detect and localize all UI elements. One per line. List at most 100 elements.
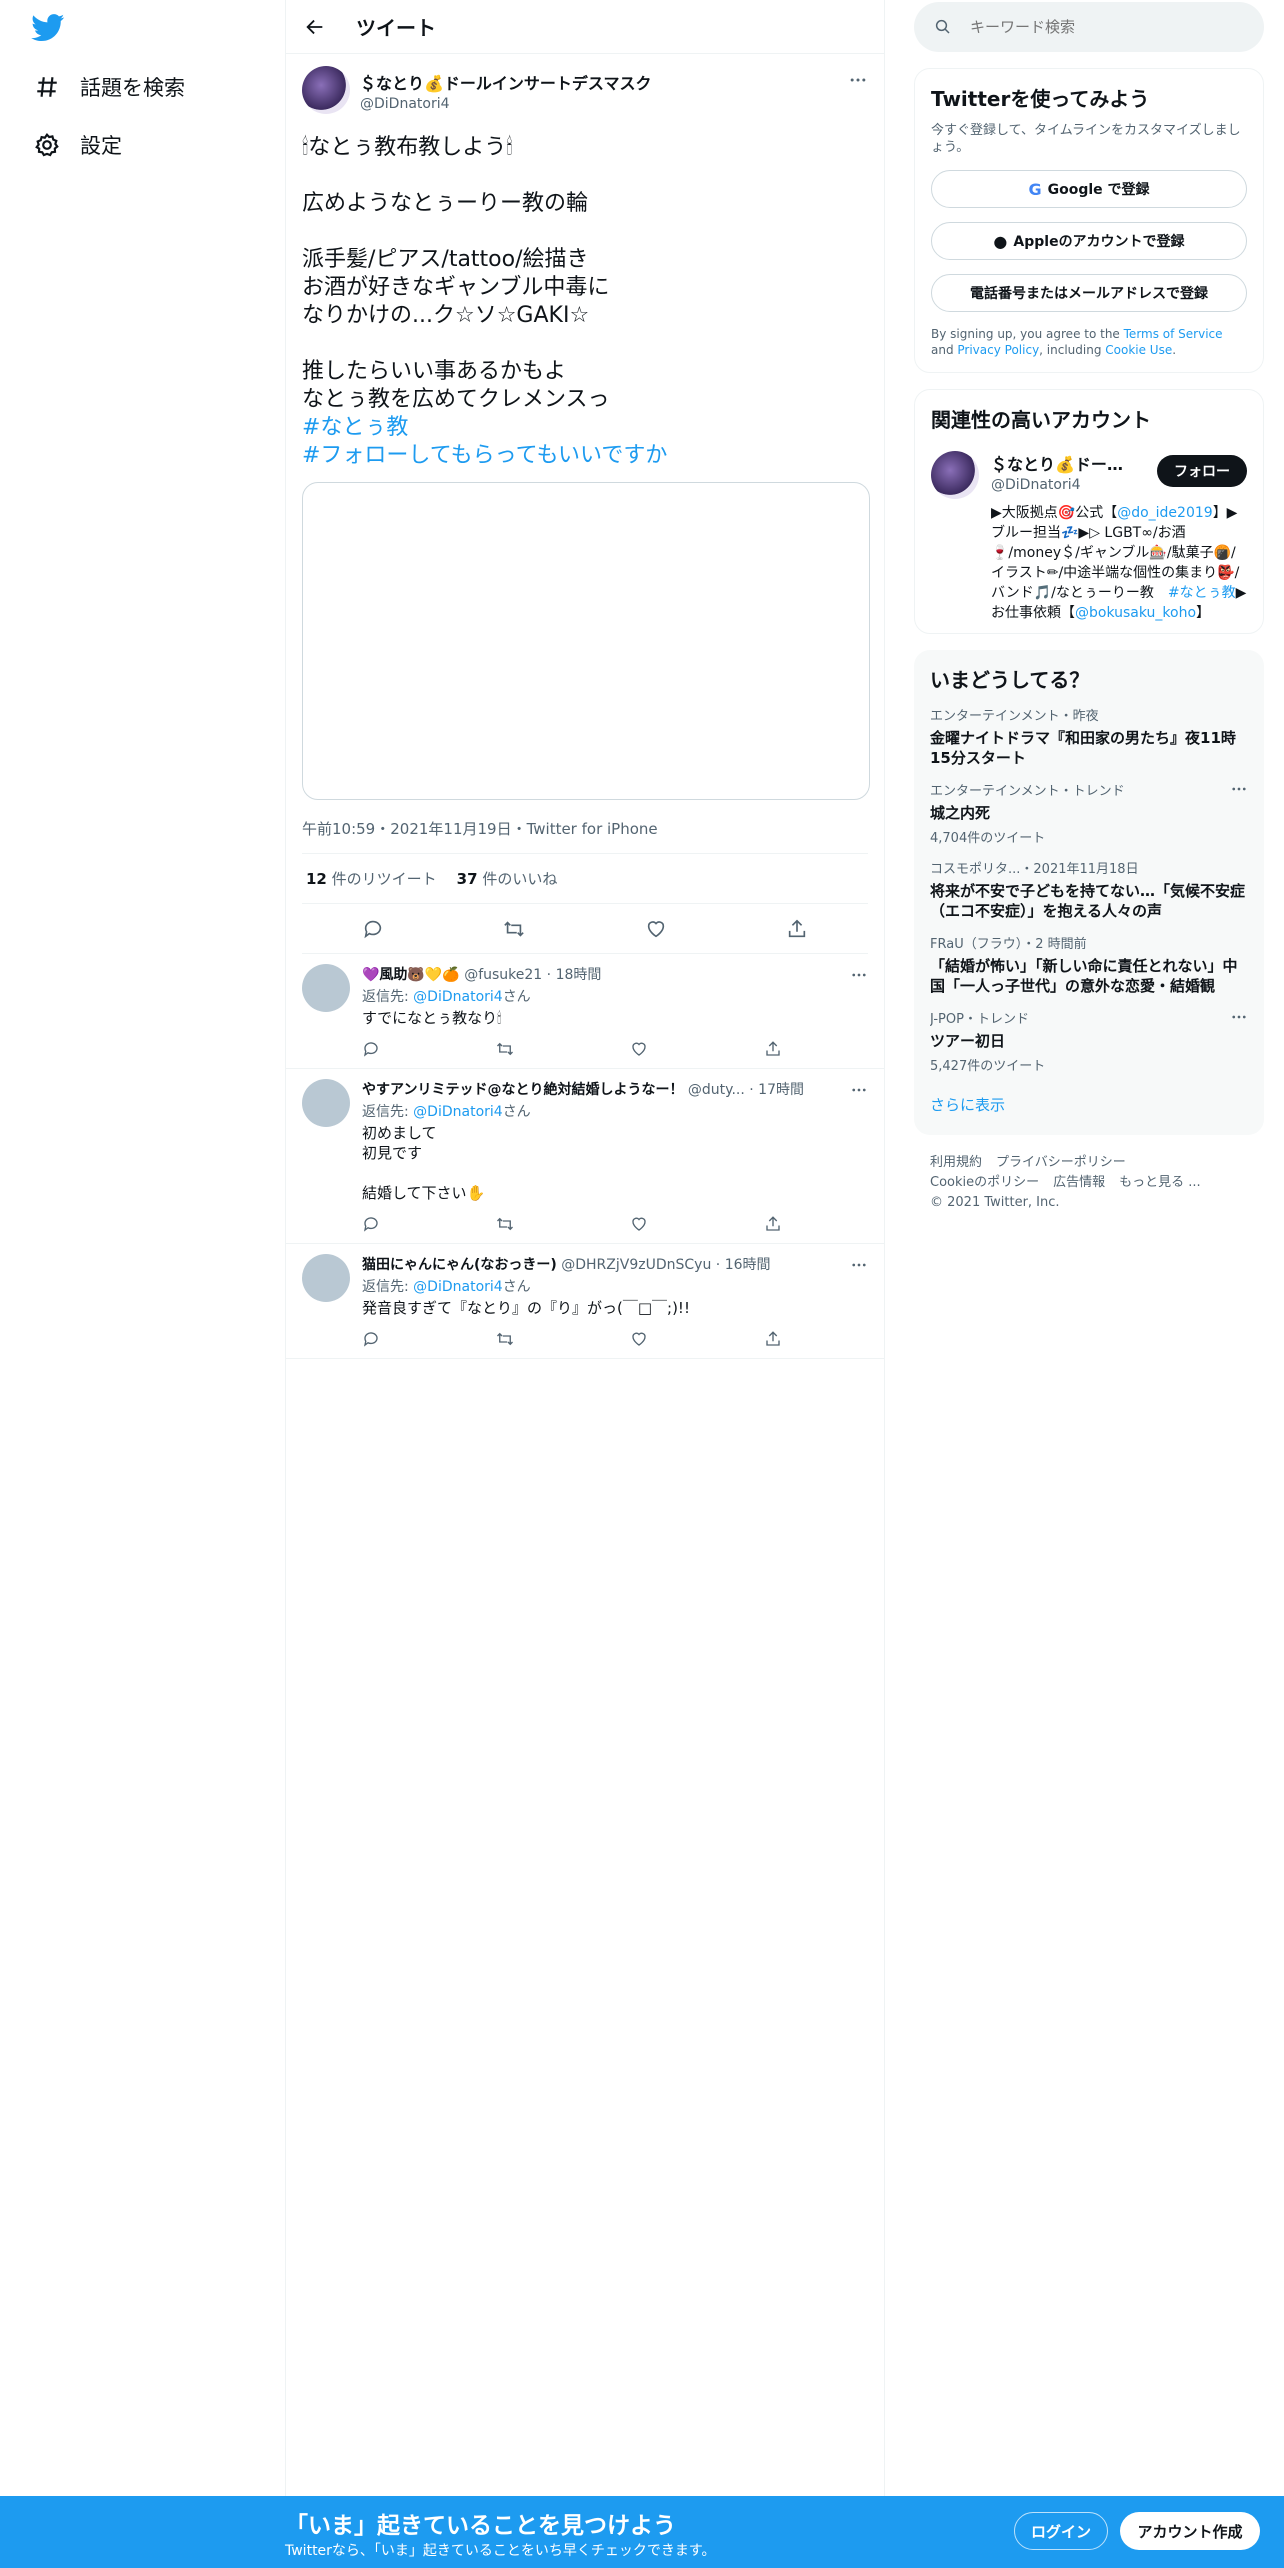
reply-to-link[interactable]: @DiDnatori4 xyxy=(413,1279,503,1295)
trend-meta: J-POP・トレンド xyxy=(930,1012,1029,1027)
trend-item[interactable]: エンターテインメント・昨夜 金曜ナイトドラマ『和田家の男たち』夜11時15分スタ… xyxy=(914,693,1264,768)
left-nav: 話題を検索 設定 xyxy=(0,0,285,2568)
like-icon[interactable] xyxy=(630,1040,648,1058)
hashtag-link[interactable]: #フォローしてもらってもいいですか xyxy=(302,442,868,470)
search-icon xyxy=(935,19,950,34)
trend-item[interactable]: コスモポリタ...・2021年11月18日 将来が不安で子どもを持てない…「気候… xyxy=(914,846,1264,921)
nav-settings[interactable]: 設定 xyxy=(34,130,122,160)
cookie-link[interactable]: Cookie Use xyxy=(1105,343,1172,357)
reply-time[interactable]: 18時間 xyxy=(556,967,602,983)
author-handle[interactable]: @DiDnatori4 xyxy=(360,96,651,112)
reply-time[interactable]: 17時間 xyxy=(758,1082,804,1098)
footer-link[interactable]: プライバシーポリシー xyxy=(996,1155,1126,1170)
like-icon[interactable] xyxy=(630,1330,648,1348)
copyright: © 2021 Twitter, Inc. xyxy=(930,1195,1060,1210)
related-name[interactable]: ＄なとり💰ドールインサートデスマスク xyxy=(991,451,1131,475)
reply-icon[interactable] xyxy=(362,1330,380,1348)
more-options-icon[interactable] xyxy=(850,1081,868,1099)
trends-title: いまどうしてる？ xyxy=(930,668,1090,692)
footer-links: 利用規約 プライバシーポリシー Cookieのポリシー 広告情報 もっと見る ... … xyxy=(914,1153,1264,1213)
more-options-icon[interactable] xyxy=(1230,1008,1248,1026)
share-icon[interactable] xyxy=(786,918,808,940)
page-title: ツイート xyxy=(356,16,436,40)
login-button[interactable]: ログイン xyxy=(1014,2512,1108,2550)
related-handle[interactable]: @DiDnatori4 xyxy=(991,477,1131,493)
trend-item[interactable]: エンターテインメント・トレンド 城之内死 4,704件のツイート xyxy=(914,768,1264,846)
bio-hashtag-link[interactable]: #なとぅ教 xyxy=(1168,585,1236,601)
share-icon[interactable] xyxy=(764,1040,782,1058)
trend-item[interactable]: J-POP・トレンド ツアー初日 5,427件のツイート xyxy=(914,996,1264,1074)
related-bio: ▶大阪拠点🎯公式【@do_ide2019】▶ブルー担当💤▶▷ LGBT∞/お酒🍷… xyxy=(991,503,1247,623)
reply-tweet[interactable]: やすアンリミテッド@なとり絶対結婚しようなー！ @duty... · 17時間 … xyxy=(286,1069,884,1244)
more-options-icon[interactable] xyxy=(848,70,868,90)
reply-author-name[interactable]: やすアンリミテッド@なとり絶対結婚しようなー！ xyxy=(362,1082,683,1098)
back-arrow-icon[interactable] xyxy=(304,16,326,38)
retweet-icon[interactable] xyxy=(496,1330,514,1348)
more-options-icon[interactable] xyxy=(1230,780,1248,798)
retweet-icon[interactable] xyxy=(503,918,525,940)
retweet-icon[interactable] xyxy=(496,1215,514,1233)
related-account[interactable]: ＄なとり💰ドールインサートデスマスク @DiDnatori4 フォロー xyxy=(931,451,1247,499)
twitter-bird-icon[interactable] xyxy=(30,14,66,42)
avatar[interactable] xyxy=(302,1254,350,1302)
author-name[interactable]: ＄なとり💰ドールインサートデスマスク xyxy=(360,70,651,94)
reply-author-handle[interactable]: @duty... xyxy=(688,1082,745,1098)
bio-link[interactable]: @bokusaku_koho xyxy=(1075,605,1196,621)
nav-explore[interactable]: 話題を検索 xyxy=(34,72,185,102)
terms-link[interactable]: Terms of Service xyxy=(1124,327,1223,341)
hashtag-link[interactable]: #なとぅ教 xyxy=(302,414,868,442)
reply-tweet[interactable]: 猫田にゃんにゃん(なおっきー) @DHRZjV9zUDnSCyu · 16時間 … xyxy=(286,1244,884,1359)
footer-link[interactable]: 広告情報 xyxy=(1053,1175,1105,1190)
trend-item[interactable]: FRaU（フラウ）・2 時間前 「結婚が怖い」「新しい命に責任とれない」中国「一… xyxy=(914,921,1264,996)
reply-icon[interactable] xyxy=(362,1040,380,1058)
reply-to-link[interactable]: @DiDnatori4 xyxy=(413,989,503,1005)
like-icon[interactable] xyxy=(645,918,667,940)
main-column: ツイート ＄なとり💰ドールインサートデスマスク @DiDnatori4 🕯なとぅ… xyxy=(285,0,885,2500)
phone-email-signup-button[interactable]: 電話番号またはメールアドレスで登録 xyxy=(931,274,1247,312)
reply-text: 初めまして 初見です 結婚して下さい✋ xyxy=(362,1124,486,1202)
reply-icon[interactable] xyxy=(362,1215,380,1233)
tweet-timestamp[interactable]: 午前10:59・2021年11月19日・Twitter for iPhone xyxy=(302,818,868,854)
avatar[interactable] xyxy=(931,451,979,499)
retweet-count[interactable]: 12 件のリツイート xyxy=(306,868,437,889)
reply-author-handle[interactable]: @fusuke21 xyxy=(464,967,542,983)
reply-to: 返信先: @DiDnatori4さん xyxy=(362,986,868,1006)
apple-signup-button[interactable]: ● Appleのアカウントで登録 xyxy=(931,222,1247,260)
footer-link[interactable]: Cookieのポリシー xyxy=(930,1175,1039,1190)
follow-button[interactable]: フォロー xyxy=(1157,455,1247,487)
signup-card: Twitterを使ってみよう 今すぐ登録して、タイムラインをカスタマイズしましょ… xyxy=(914,68,1264,373)
avatar[interactable] xyxy=(302,66,350,114)
reply-icon[interactable] xyxy=(362,918,384,940)
search-input[interactable] xyxy=(970,18,1230,36)
search-box[interactable] xyxy=(914,2,1264,52)
google-signup-button[interactable]: G Google で登録 xyxy=(931,170,1247,208)
reply-author-name[interactable]: 💜風助🐻💛🍊 xyxy=(362,967,460,983)
like-icon[interactable] xyxy=(630,1215,648,1233)
reply-to: 返信先: @DiDnatori4さん xyxy=(362,1276,868,1296)
avatar[interactable] xyxy=(302,964,350,1012)
footer-link[interactable]: 利用規約 xyxy=(930,1155,982,1170)
privacy-link[interactable]: Privacy Policy xyxy=(957,343,1039,357)
reply-author-handle[interactable]: @DHRZjV9zUDnSCyu xyxy=(561,1257,711,1273)
share-icon[interactable] xyxy=(764,1215,782,1233)
reply-author-name[interactable]: 猫田にゃんにゃん(なおっきー) xyxy=(362,1257,557,1273)
share-icon[interactable] xyxy=(764,1330,782,1348)
reply-to-link[interactable]: @DiDnatori4 xyxy=(413,1104,503,1120)
avatar[interactable] xyxy=(302,1079,350,1127)
reply-tweet[interactable]: 💜風助🐻💛🍊 @fusuke21 · 18時間 返信先: @DiDnatori4… xyxy=(286,954,884,1069)
reply-to: 返信先: @DiDnatori4さん xyxy=(362,1101,868,1121)
show-more-link[interactable]: さらに表示 xyxy=(914,1074,1264,1121)
bio-link[interactable]: @do_ide2019 xyxy=(1117,505,1212,521)
like-count[interactable]: 37 件のいいね xyxy=(457,868,558,889)
reply-time[interactable]: 16時間 xyxy=(725,1257,771,1273)
retweet-label: 件のリツイート xyxy=(331,870,437,888)
main-header: ツイート xyxy=(286,0,884,54)
google-signup-label: Google で登録 xyxy=(1047,182,1150,198)
more-options-icon[interactable] xyxy=(850,966,868,984)
more-options-icon[interactable] xyxy=(850,1256,868,1274)
tweet-stats: 12 件のリツイート 37 件のいいね xyxy=(302,854,868,904)
tweet-media[interactable] xyxy=(302,482,870,800)
create-account-button[interactable]: アカウント作成 xyxy=(1120,2512,1260,2550)
footer-link[interactable]: もっと見る ... xyxy=(1119,1175,1201,1190)
retweet-icon[interactable] xyxy=(496,1040,514,1058)
